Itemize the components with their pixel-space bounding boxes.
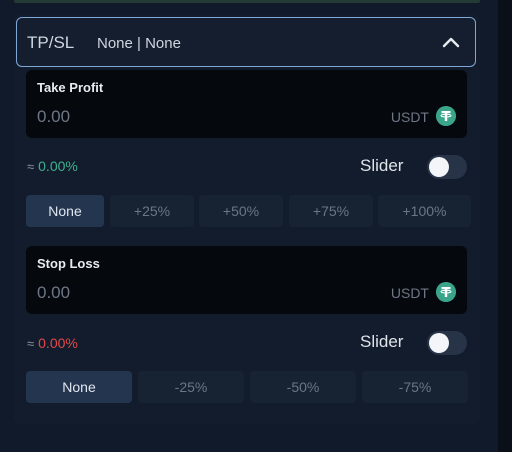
take-profit-slider-label: Slider: [360, 156, 404, 175]
approx-symbol: ≈: [27, 159, 35, 174]
take-profit-percent: ≈0.00%: [27, 158, 78, 174]
take-profit-value[interactable]: 0.00: [37, 107, 70, 127]
stop-loss-currency: USDT: [390, 285, 429, 301]
stop-loss-value[interactable]: 0.00: [37, 283, 70, 303]
stop-loss-slider-toggle[interactable]: [427, 331, 467, 355]
stop-loss-preset-none[interactable]: None: [26, 371, 132, 403]
take-profit-field[interactable]: Take Profit 0.00 USDT: [26, 70, 467, 138]
tether-icon: [436, 282, 456, 302]
stop-loss-field[interactable]: Stop Loss 0.00 USDT: [26, 246, 467, 314]
take-profit-preset-75[interactable]: +75%: [289, 195, 373, 227]
stop-loss-percent: ≈0.00%: [27, 335, 78, 351]
tpsl-header[interactable]: TP/SL None | None: [16, 17, 476, 67]
previous-section-edge: [14, 0, 480, 3]
take-profit-currency: USDT: [390, 109, 429, 125]
stop-loss-percent-value: 0.00%: [38, 335, 78, 351]
stop-loss-preset-75[interactable]: -75%: [362, 371, 468, 403]
take-profit-preset-none[interactable]: None: [26, 195, 104, 227]
take-profit-slider-toggle[interactable]: [427, 155, 467, 179]
take-profit-preset-25[interactable]: +25%: [110, 195, 194, 227]
stop-loss-preset-25[interactable]: -25%: [138, 371, 244, 403]
take-profit-label: Take Profit: [37, 80, 104, 95]
approx-symbol: ≈: [27, 336, 35, 351]
tpsl-title: TP/SL: [27, 33, 75, 52]
stop-loss-slider-label: Slider: [360, 332, 404, 351]
take-profit-percent-value: 0.00%: [38, 158, 78, 174]
take-profit-preset-100[interactable]: +100%: [378, 195, 471, 227]
tpsl-summary: None | None: [97, 35, 181, 52]
toggle-knob: [429, 333, 449, 353]
toggle-knob: [429, 157, 449, 177]
stop-loss-preset-50[interactable]: -50%: [250, 371, 356, 403]
chevron-up-icon[interactable]: [441, 35, 461, 49]
take-profit-preset-50[interactable]: +50%: [199, 195, 283, 227]
stop-loss-label: Stop Loss: [37, 256, 100, 271]
tether-icon: [436, 106, 456, 126]
scrollbar-track[interactable]: [498, 0, 512, 452]
